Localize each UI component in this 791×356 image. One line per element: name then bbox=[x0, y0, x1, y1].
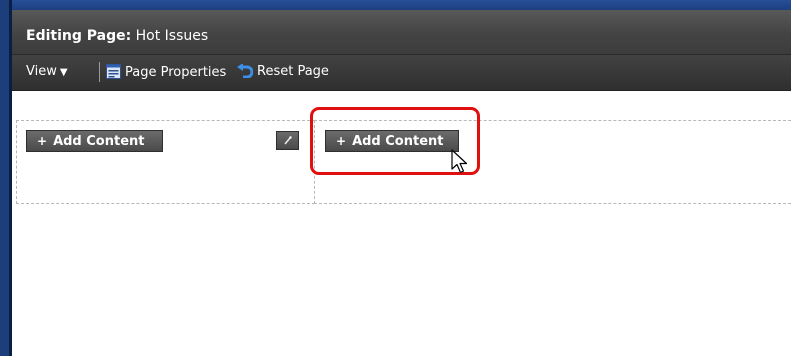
add-content-button-left[interactable]: + Add Content bbox=[26, 130, 163, 152]
add-content-label: Add Content bbox=[53, 134, 145, 149]
plus-icon: + bbox=[37, 134, 48, 148]
app-page: Editing Page: Hot Issues View ▼ Page Prop… bbox=[0, 0, 791, 356]
page-title-label: Editing Page: bbox=[26, 28, 132, 44]
page-properties-label: Page Properties bbox=[125, 65, 227, 80]
page-title: Editing Page: Hot Issues bbox=[26, 28, 208, 44]
window-border bbox=[0, 0, 12, 356]
editing-toolbar: View ▼ Page Properties Reset Page bbox=[12, 55, 791, 90]
edit-zone-button[interactable] bbox=[276, 131, 299, 150]
editing-header: Editing Page: Hot Issues View ▼ Page Prop… bbox=[12, 10, 791, 91]
title-bar: Editing Page: Hot Issues bbox=[12, 10, 791, 55]
mouse-pointer-icon bbox=[451, 149, 468, 174]
chevron-down-icon: ▼ bbox=[59, 67, 68, 78]
reset-page-button[interactable]: Reset Page bbox=[237, 63, 329, 79]
pencil-icon bbox=[284, 136, 292, 145]
toolbar-divider bbox=[99, 62, 100, 82]
undo-icon bbox=[237, 63, 254, 79]
window-titlebar-strip bbox=[12, 0, 791, 10]
page-properties-icon bbox=[106, 64, 121, 79]
reset-page-label: Reset Page bbox=[257, 64, 329, 79]
page-title-name: Hot Issues bbox=[135, 28, 209, 44]
page-properties-button[interactable]: Page Properties bbox=[106, 64, 226, 80]
view-menu-label: View bbox=[26, 64, 57, 79]
view-menu[interactable]: View ▼ bbox=[26, 64, 68, 79]
